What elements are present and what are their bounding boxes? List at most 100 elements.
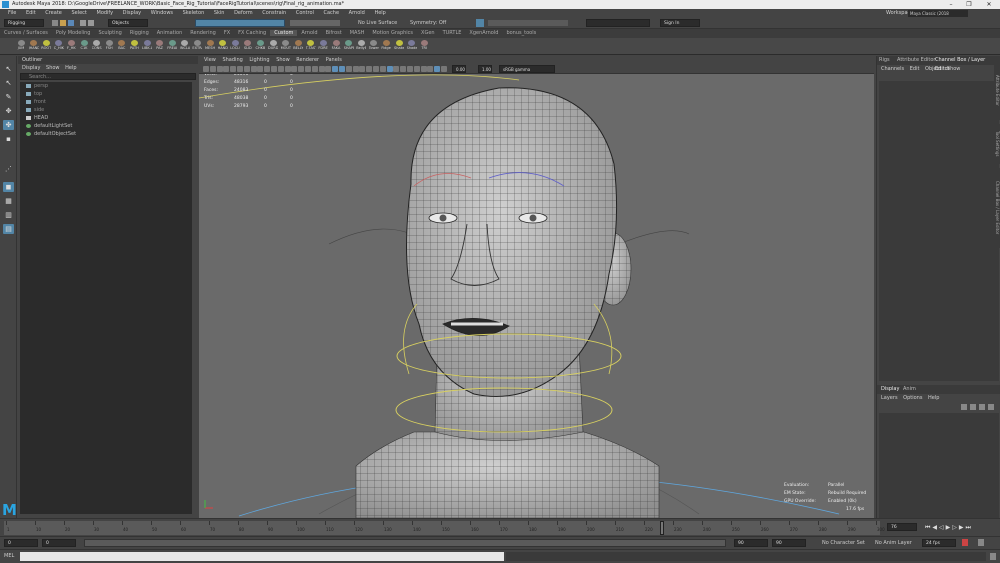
viewport-toggle-icon[interactable] — [441, 66, 447, 72]
viewport-toggle-icon[interactable] — [216, 66, 223, 72]
command-input[interactable] — [20, 552, 504, 561]
redo-icon[interactable] — [88, 20, 94, 26]
shelf-button-13[interactable]: INCLAB — [180, 40, 190, 53]
tab-rigs[interactable]: Rigs — [879, 56, 890, 65]
undo-icon[interactable] — [80, 20, 86, 26]
viewport-toggle-icon[interactable] — [230, 66, 237, 72]
playback-start-field[interactable]: 0 — [42, 539, 76, 547]
shelf-button-1[interactable]: JHAND — [29, 40, 39, 53]
shelf-button-14[interactable]: EXTRACT — [192, 40, 202, 53]
shelf-button-16[interactable]: HAND — [218, 40, 228, 53]
shelf-tab-11[interactable]: MASH — [346, 30, 369, 36]
shelf-button-17[interactable]: LOCLS — [230, 40, 240, 53]
channel-box-list[interactable] — [879, 81, 999, 381]
new-layer-selected-icon[interactable] — [988, 404, 994, 410]
preferences-icon[interactable] — [978, 539, 984, 546]
menu-arnold[interactable]: Arnold — [349, 10, 365, 16]
shelf-tab-9[interactable]: Arnold — [297, 30, 321, 36]
layer-menu-help[interactable]: Help — [928, 395, 939, 401]
move-tool-icon[interactable]: ✥ — [3, 106, 14, 116]
layer-list[interactable] — [879, 413, 999, 518]
select-tool-icon[interactable]: ↖ — [3, 64, 14, 74]
outliner-item-front[interactable]: front — [20, 98, 192, 106]
tab-display-layers[interactable]: Display — [881, 385, 899, 394]
save-scene-icon[interactable] — [68, 20, 74, 26]
viewport-toggle-icon[interactable] — [386, 66, 393, 72]
viewport-menu-show[interactable]: Show — [276, 57, 290, 63]
viewport-toggle-icon[interactable] — [325, 66, 332, 72]
new-layer-icon[interactable] — [979, 404, 985, 410]
symmetry-label[interactable]: Symmetry: Off — [410, 19, 446, 27]
viewport-toggle-icon[interactable] — [305, 66, 311, 72]
shelf-tab-1[interactable]: Poly Modeling — [52, 30, 95, 36]
shelf-button-10[interactable]: LIBK.LI — [142, 40, 152, 53]
new-scene-icon[interactable] — [52, 20, 58, 26]
workspace-select[interactable]: Maya Classic (2018 TUTORIAL) — [908, 10, 968, 23]
exposure-field[interactable]: 0.00 — [452, 65, 466, 73]
script-editor-icon[interactable] — [990, 553, 996, 560]
viewport-toggle-icon[interactable] — [379, 66, 386, 72]
viewport-menu-shading[interactable]: Shading — [222, 57, 242, 63]
viewport-toggle-icon[interactable] — [318, 66, 325, 72]
viewport-toggle-icon[interactable] — [400, 66, 407, 72]
viewport-3d[interactable]: Verts: 24091 0 0 Edges: 48316 0 0 Faces: 24083 0 0 T… — [199, 74, 874, 518]
animation-end-field[interactable]: 90 — [772, 539, 806, 547]
outliner-menu-help[interactable]: Help — [65, 65, 76, 71]
outliner-item-persp[interactable]: persp — [20, 82, 192, 90]
animation-start-field[interactable]: 0 — [4, 539, 38, 547]
menu-skin[interactable]: Skin — [214, 10, 225, 16]
render-toolbar[interactable] — [488, 20, 568, 26]
viewport-toggle-icon[interactable] — [223, 66, 230, 72]
viewport-menu-view[interactable]: View — [204, 57, 216, 63]
shelf-button-26[interactable]: SHAPE — [344, 40, 354, 53]
close-button[interactable]: ✕ — [982, 0, 996, 9]
single-perspective-layout-icon[interactable]: ◼ — [3, 182, 14, 192]
menu-windows[interactable]: Windows — [151, 10, 173, 16]
last-tool-icon[interactable]: ⋰ — [3, 164, 14, 174]
mel-label[interactable]: MEL — [4, 553, 14, 559]
minimize-button[interactable]: – — [944, 0, 958, 9]
shelf-tab-10[interactable]: Bifrost — [322, 30, 346, 36]
viewport-toggle-icon[interactable] — [393, 66, 400, 72]
snap-toggles[interactable] — [290, 20, 340, 26]
menu-file[interactable]: File — [8, 10, 16, 16]
shelf-button-8[interactable]: BAC — [117, 40, 127, 53]
viewport-toggle-icon[interactable] — [434, 66, 441, 72]
viewport-toggle-icon[interactable] — [277, 66, 284, 72]
fps-select[interactable]: 24 fps — [922, 539, 956, 547]
shelf-button-2[interactable]: ROOT — [41, 40, 51, 53]
menu-create[interactable]: Create — [45, 10, 62, 16]
shelf-tab-3[interactable]: Rigging — [126, 30, 153, 36]
shelf-button-4[interactable]: F_HK — [66, 40, 76, 53]
viewport-toggle-icon[interactable] — [366, 66, 373, 72]
menu-skeleton[interactable]: Skeleton — [183, 10, 205, 16]
paint-select-tool-icon[interactable]: ✎ — [3, 92, 14, 102]
outliner-menu-display[interactable]: Display — [22, 65, 40, 71]
shelf-tab-2[interactable]: Sculpting — [94, 30, 125, 36]
selection-mode-select[interactable]: Objects — [108, 19, 148, 27]
viewport-toggle-icon[interactable] — [359, 66, 366, 72]
viewport-toggle-icon[interactable] — [339, 66, 345, 72]
shelf-button-0[interactable]: JUM — [16, 40, 26, 53]
auto-key-icon[interactable] — [962, 539, 968, 546]
side-tab-channel-box[interactable]: Channel Box / Layer Editor — [994, 168, 1000, 248]
shelf-tab-6[interactable]: FX — [220, 30, 234, 36]
menu-help[interactable]: Help — [374, 10, 385, 16]
tab-attribute-editor[interactable]: Attribute Editor — [897, 56, 935, 65]
shelf-tab-5[interactable]: Rendering — [186, 30, 220, 36]
four-view-layout-icon[interactable]: ▦ — [3, 196, 14, 206]
channel-menu-edit[interactable]: Edit — [910, 66, 920, 72]
viewport-toggle-icon[interactable] — [237, 66, 243, 72]
viewport-toggle-icon[interactable] — [264, 66, 271, 72]
shelf-button-6[interactable]: CONS — [92, 40, 102, 53]
shelf-button-23[interactable]: T.TASTE — [306, 40, 316, 53]
shelf-button-7[interactable]: FSH — [104, 40, 114, 53]
shelf-tab-7[interactable]: FX Caching — [234, 30, 270, 36]
shelf-tab-15[interactable]: XgenArnold — [465, 30, 502, 36]
viewport-toggle-icon[interactable] — [250, 66, 257, 72]
menu-display[interactable]: Display — [123, 10, 141, 16]
menu-constrain[interactable]: Constrain — [262, 10, 286, 16]
viewport-menu-panels[interactable]: Panels — [326, 57, 342, 63]
side-by-side-layout-icon[interactable]: ▥ — [3, 210, 14, 220]
outliner-layout-icon[interactable]: ▤ — [3, 224, 14, 234]
